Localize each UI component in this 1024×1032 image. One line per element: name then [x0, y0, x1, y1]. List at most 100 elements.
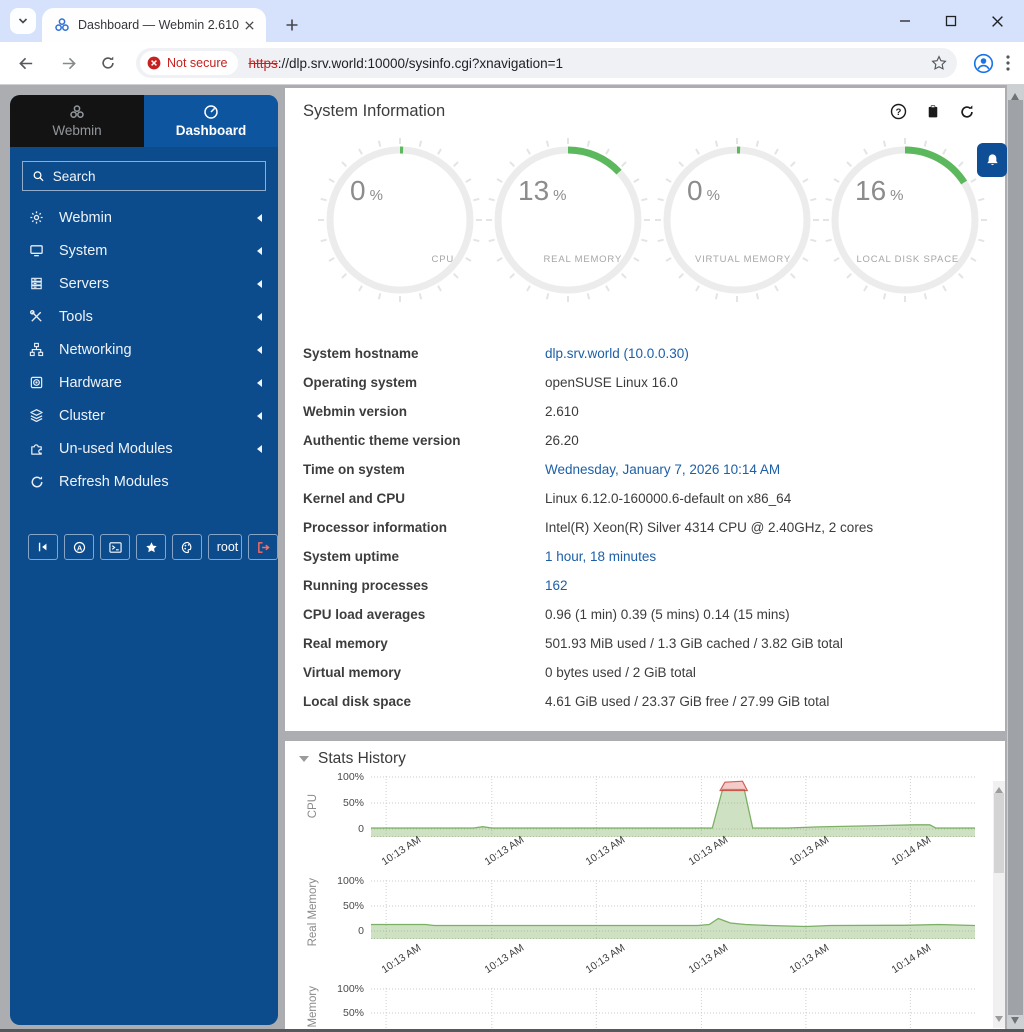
- x-tick-label: 10:13 AM: [583, 833, 628, 868]
- scroll-up-icon: [995, 783, 1003, 793]
- svg-text:0%: 0%: [687, 175, 720, 206]
- page-scrollbar[interactable]: [1007, 85, 1024, 1032]
- username-label: root: [216, 540, 239, 554]
- bookmark-star-button[interactable]: [931, 55, 947, 71]
- help-button[interactable]: ?: [890, 103, 907, 120]
- window-close-button[interactable]: [974, 0, 1020, 42]
- sidebar-search[interactable]: [22, 161, 266, 191]
- browser-tab[interactable]: Dashboard — Webmin 2.610 (o: [42, 8, 266, 42]
- sidebar-tab-dashboard-label: Dashboard: [175, 123, 247, 138]
- info-value: openSUSE Linux 16.0: [545, 375, 678, 390]
- info-value: Linux 6.12.0-160000.6-default on x86_64: [545, 491, 792, 506]
- chevron-down-icon: [18, 18, 28, 24]
- webmin-page: Webmin Dashboard Webmin System Servers Tool…: [0, 85, 1024, 1032]
- theme-color-button[interactable]: [172, 534, 202, 560]
- info-value[interactable]: 1 hour, 18 minutes: [545, 549, 989, 564]
- gear-icon: [28, 210, 45, 225]
- back-button[interactable]: [12, 49, 40, 77]
- sidebar-item-networking[interactable]: Networking: [10, 333, 278, 366]
- sidebar-item-system[interactable]: System: [10, 234, 278, 267]
- tab-close-icon[interactable]: [240, 16, 258, 34]
- sidebar-item-label: Servers: [59, 275, 109, 292]
- sidebar-item-label: Webmin: [59, 209, 112, 226]
- x-tick-label: 10:14 AM: [889, 833, 934, 868]
- tab-title: Dashboard — Webmin 2.610 (o: [78, 18, 240, 32]
- notifications-bell-button[interactable]: [977, 143, 1007, 177]
- info-value: Intel(R) Xeon(R) Silver 4314 CPU @ 2.40G…: [545, 520, 874, 535]
- terminal-button[interactable]: [100, 534, 130, 560]
- x-tick-label: 10:13 AM: [482, 942, 526, 977]
- window-minimize-button[interactable]: [882, 0, 928, 42]
- not-secure-chip[interactable]: Not secure: [140, 51, 239, 75]
- gauge-real-memory: 13% REAL MEMORY: [484, 137, 652, 303]
- browser-menu-button[interactable]: [1006, 55, 1010, 71]
- sidebar-tab-dashboard[interactable]: Dashboard: [144, 95, 278, 147]
- address-bar[interactable]: Not secure https://dlp.srv.world:10000/s…: [136, 48, 957, 78]
- sidebar-item-label: Un-used Modules: [59, 440, 173, 457]
- not-secure-icon: [147, 56, 161, 70]
- sidebar-item-servers[interactable]: Servers: [10, 267, 278, 300]
- window-maximize-button[interactable]: [928, 0, 974, 42]
- theme-configuration-button[interactable]: A: [64, 534, 94, 560]
- sidebar-item-label: Refresh Modules: [59, 473, 169, 490]
- new-tab-button[interactable]: [278, 11, 306, 39]
- star-icon: [145, 541, 157, 552]
- copy-report-button[interactable]: [926, 103, 940, 120]
- x-tick-label: 10:13 AM: [686, 833, 730, 868]
- tools-icon: [28, 309, 45, 324]
- collapse-icon: [38, 542, 47, 552]
- chart-virtual-memory: Virtual Memory100%50%0: [299, 983, 975, 1032]
- chart-real-memory: Real Memory 100% 50% 0: [299, 875, 976, 947]
- browser-toolbar: Not secure https://dlp.srv.world:10000/s…: [0, 42, 1024, 85]
- info-value[interactable]: dlp.srv.world (10.0.0.30): [545, 346, 989, 361]
- sidebar-item-webmin[interactable]: Webmin: [10, 201, 278, 234]
- info-row-webmin-version: Webmin version 2.610: [303, 397, 989, 426]
- caret-left-icon: [253, 444, 262, 453]
- stats-history-toggle[interactable]: Stats History: [299, 750, 991, 768]
- info-label: CPU load averages: [303, 607, 426, 622]
- svg-text:?: ?: [896, 107, 902, 118]
- reload-icon: [102, 56, 114, 69]
- sidebar-item-hardware[interactable]: Hardware: [10, 366, 278, 399]
- sidebar-item-label: Networking: [59, 341, 132, 358]
- sidebar-item-tools[interactable]: Tools: [10, 300, 278, 333]
- sidebar-item-un-used-modules[interactable]: Un-used Modules: [10, 432, 278, 465]
- stats-scrollbar[interactable]: [993, 781, 1005, 1028]
- info-label: Kernel and CPU: [303, 491, 406, 506]
- y-tick: 50%: [342, 797, 364, 809]
- reload-button[interactable]: [94, 49, 122, 77]
- svg-text:REAL MEMORY: REAL MEMORY: [544, 254, 622, 265]
- info-label: Processor information: [303, 520, 448, 535]
- plot-area: [371, 878, 976, 940]
- sidebar-tab-webmin[interactable]: Webmin: [10, 95, 144, 147]
- refresh-button[interactable]: [959, 104, 975, 120]
- stats-scrollbar-thumb[interactable]: [994, 793, 1004, 873]
- logout-button[interactable]: [248, 534, 278, 560]
- browser-profile-button[interactable]: [973, 53, 994, 74]
- info-value[interactable]: Wednesday, January 7, 2026 10:14 AM: [545, 462, 989, 477]
- svg-text:VIRTUAL MEMORY: VIRTUAL MEMORY: [695, 254, 791, 265]
- favorites-button[interactable]: [136, 534, 166, 560]
- sidebar-tab-webmin-label: Webmin: [52, 123, 102, 138]
- page-scrollbar-thumb[interactable]: [1008, 100, 1023, 1015]
- layers-icon: [28, 408, 45, 423]
- svg-text:A: A: [76, 543, 82, 552]
- y-axis-name: Real Memory: [307, 878, 319, 947]
- y-tick-labels: 100% 50% 0: [327, 771, 371, 838]
- x-tick-label: 10:13 AM: [583, 942, 628, 977]
- sidebar-item-refresh-modules[interactable]: Refresh Modules: [10, 465, 278, 498]
- info-label: Time on system: [303, 462, 405, 477]
- help-icon: ?: [890, 103, 907, 120]
- info-value[interactable]: 162: [545, 578, 989, 593]
- logout-icon: [257, 541, 270, 553]
- sidebar-item-cluster[interactable]: Cluster: [10, 399, 278, 432]
- theme-gear-icon: A: [73, 541, 85, 553]
- collapse-navigation-button[interactable]: [28, 534, 58, 560]
- user-account-button[interactable]: root: [208, 534, 242, 560]
- forward-button[interactable]: [54, 49, 82, 77]
- x-tick-label: 10:13 AM: [787, 942, 832, 977]
- tab-search-button[interactable]: [10, 8, 36, 34]
- svg-text:16%: 16%: [855, 175, 904, 206]
- search-input[interactable]: [52, 168, 256, 184]
- info-row-cpu-load-averages: CPU load averages 0.96 (1 min) 0.39 (5 mi…: [303, 600, 989, 629]
